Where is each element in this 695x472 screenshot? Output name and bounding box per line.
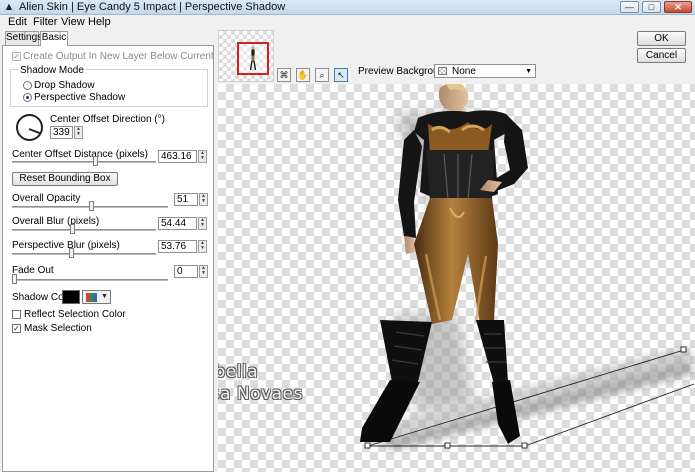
fade-out-slider[interactable] [12,279,168,281]
alien-skin-icon: ▲ [3,1,15,13]
transparency-icon [438,67,447,75]
mask-selection-label: Mask Selection [24,323,92,334]
overall-blur-spinner[interactable]: ▲ ▼ [198,217,207,230]
center-offset-distance-spinner[interactable]: ▲ ▼ [198,150,207,163]
navigator-view-frame[interactable] [237,42,269,75]
direction-dial[interactable] [16,114,43,141]
overall-blur-input[interactable]: 54.44 [158,217,197,230]
cancel-button[interactable]: Cancel [637,48,686,63]
bounding-box-tool-icon[interactable]: ⌘ [277,68,291,82]
menu-view[interactable]: View [61,16,85,28]
perspective-blur-spinner[interactable]: ▲ ▼ [198,240,207,253]
center-offset-distance-slider-thumb[interactable] [92,156,98,166]
close-icon[interactable]: ✕ [664,1,692,13]
drop-shadow-label: Drop Shadow [34,80,95,91]
title-bar: ▲ Alien Skin | Eye Candy 5 Impact | Pers… [0,0,695,15]
ok-button[interactable]: OK [637,31,686,46]
menu-help[interactable]: Help [88,16,111,28]
fade-out-label: Fade Out [12,265,54,276]
menu-bar: Edit Filter View Help [0,15,695,29]
fade-out-input[interactable]: 0 [174,265,198,278]
menu-edit[interactable]: Edit [8,16,27,28]
tab-basic[interactable]: Basic [40,31,68,46]
overall-blur-label: Overall Blur (pixels) [12,216,100,227]
overall-blur-slider-thumb[interactable] [70,224,76,234]
watermark-line-2: Tradução by_Ileusa Novaes [218,384,303,404]
navigator-thumbnail[interactable] [218,30,274,82]
overall-opacity-input[interactable]: 51 [174,193,198,206]
fade-out-slider-thumb[interactable] [12,274,17,284]
color-palette-icon [86,293,97,302]
overall-blur-slider[interactable] [12,229,156,231]
window-title: Alien Skin | Eye Candy 5 Impact | Perspe… [19,1,286,13]
mask-selection-checkbox[interactable]: ✓ [12,324,21,333]
chevron-down-icon: ▼ [525,68,532,75]
drop-shadow-radio[interactable] [23,81,32,90]
perspective-blur-slider[interactable] [12,253,156,255]
overall-opacity-slider-thumb[interactable] [89,201,94,211]
overall-opacity-label: Overall Opacity [12,193,81,204]
navigator-figure-image [249,46,257,71]
center-offset-direction-spinner[interactable]: ▲ ▼ [74,126,83,139]
shadow-mode-title: Shadow Mode [18,65,86,77]
shadow-color-swatch[interactable] [62,290,80,304]
perspective-blur-slider-thumb[interactable] [68,248,74,258]
create-output-label: Create Output In New Layer Below Current [23,51,214,62]
preview-canvas[interactable]: Tuto by_Suizabella Tradução by_Ileusa No… [218,84,695,472]
reflect-selection-color-checkbox[interactable] [12,310,21,319]
reflect-selection-color-label: Reflect Selection Color [24,309,126,320]
reset-bounding-box-button[interactable]: Reset Bounding Box [12,172,118,186]
preview-background-select[interactable]: None ▼ [434,64,536,78]
center-offset-distance-input[interactable]: 463.16 [158,150,197,163]
center-offset-direction-label: Center Offset Direction (°) [50,114,165,125]
preview-background-value: None [452,66,476,77]
perspective-shadow-radio[interactable] [23,93,32,102]
tab-settings[interactable]: Settings [5,31,42,45]
menu-filter[interactable]: Filter [33,16,57,28]
color-palette-button[interactable]: ▼ [82,290,111,304]
center-offset-distance-slider[interactable] [12,161,156,163]
chevron-down-icon: ▼ [101,293,108,300]
create-output-checkbox[interactable]: ✓ [12,52,21,61]
perspective-shadow-label: Perspective Shadow [34,92,126,103]
fade-out-spinner[interactable]: ▲ ▼ [199,265,208,278]
center-offset-direction-input[interactable]: 339 [50,126,73,139]
zoom-tool-icon[interactable]: ⌕ [315,68,329,82]
center-offset-distance-label: Center Offset Distance (pixels) [12,149,148,160]
minimize-icon[interactable]: — [620,1,639,13]
basic-panel [2,45,214,472]
pointer-tool-icon[interactable]: ↖ [334,68,348,82]
perspective-blur-input[interactable]: 53.76 [158,240,197,253]
preview-image [360,84,695,450]
hand-tool-icon[interactable]: ✋ [296,68,310,82]
overall-opacity-spinner[interactable]: ▲ ▼ [199,193,208,206]
perspective-blur-label: Perspective Blur (pixels) [12,240,120,251]
direction-dial-hand [28,128,41,135]
watermark-line-1: Tuto by_Suizabella [218,362,259,382]
maximize-icon[interactable]: □ [642,1,661,13]
